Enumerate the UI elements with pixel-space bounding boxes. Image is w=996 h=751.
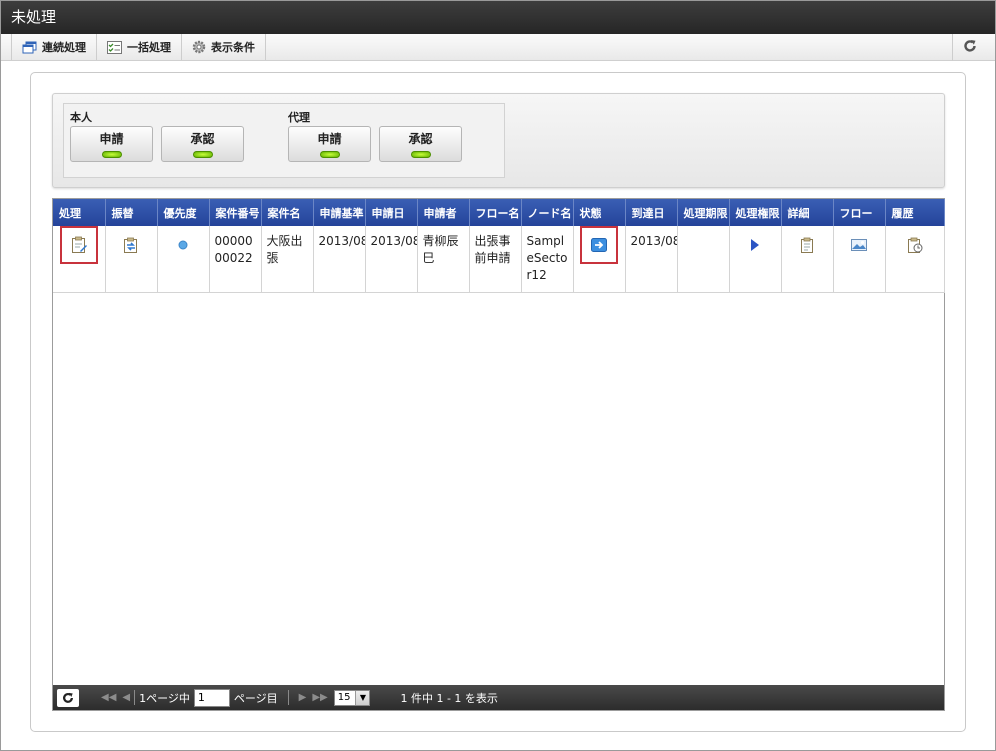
transfer-button[interactable] (114, 228, 148, 262)
case-name-cell: 大阪出張 (261, 226, 314, 293)
history-button[interactable] (898, 228, 932, 262)
applicant-cell: 青柳辰巳 (417, 226, 470, 293)
status-arrow-icon (591, 238, 607, 252)
column-header[interactable]: 案件番号 (209, 199, 262, 226)
task-table: 処理 振替 優先度 案件番号 案件名 申請基準日 申請日 申請者 フロー名 ノー… (53, 199, 945, 293)
priority-dot-icon (178, 240, 188, 250)
node-name-cell: SampleSector12 (521, 226, 574, 293)
process-cell (53, 226, 106, 293)
proxy-apply-label: 申請 (317, 132, 342, 146)
self-approve-label: 承認 (190, 132, 215, 146)
next-page-icon[interactable]: ▶ (299, 692, 307, 703)
page-suffix-label: ページ目 (233, 691, 278, 705)
play-icon (751, 239, 759, 251)
first-page-icon[interactable]: ◀◀ (101, 692, 116, 703)
proxy-approve-label: 承認 (408, 132, 433, 146)
prev-page-icon[interactable]: ◀ (122, 692, 130, 703)
flow-button[interactable] (842, 228, 876, 262)
bulk-process-label: 一括処理 (127, 41, 171, 54)
pager-summary: 1 件中 1 - 1 を表示 (400, 691, 498, 705)
authority-button[interactable] (738, 228, 772, 262)
continuous-process-button[interactable]: 連続処理 (11, 34, 97, 60)
column-header[interactable]: 案件名 (261, 199, 314, 226)
per-page-value: 15 (337, 692, 351, 703)
toolbar-refresh-button[interactable] (952, 34, 986, 61)
process-button[interactable] (59, 226, 98, 264)
self-group-label: 本人 (70, 111, 92, 124)
flow-name-cell: 出張事前申請 (469, 226, 522, 293)
transfer-icon (124, 237, 137, 253)
grid-header-row: 処理 振替 優先度 案件番号 案件名 申請基準日 申請日 申請者 フロー名 ノー… (53, 199, 945, 226)
filter-box: 本人 申請 承認 代理 申請 承認 (52, 93, 945, 188)
proxy-apply-filter-button[interactable]: 申請 (288, 126, 371, 162)
per-page-select[interactable]: 15 ▼ (333, 689, 371, 706)
flow-image-icon (851, 239, 867, 251)
column-header[interactable]: ノード名 (521, 199, 574, 226)
detail-button[interactable] (790, 228, 824, 262)
continuous-process-label: 連続処理 (42, 41, 86, 54)
case-number-cell: 0000000022 (209, 226, 262, 293)
last-page-icon[interactable]: ▶▶ (312, 692, 327, 703)
column-header[interactable]: 状態 (573, 199, 626, 226)
transfer-cell (105, 226, 158, 293)
self-approve-filter-button[interactable]: 承認 (161, 126, 244, 162)
flow-cell (833, 226, 886, 293)
column-header[interactable]: 処理権限 (729, 199, 782, 226)
indicator-light-icon (319, 151, 340, 158)
history-cell (885, 226, 945, 293)
refresh-icon (963, 39, 977, 56)
column-header[interactable]: 申請者 (417, 199, 470, 226)
detail-cell (781, 226, 834, 293)
indicator-light-icon (410, 151, 431, 158)
task-grid: 処理 振替 優先度 案件番号 案件名 申請基準日 申請日 申請者 フロー名 ノー… (52, 198, 945, 711)
self-apply-label: 申請 (99, 132, 124, 146)
column-header[interactable]: 申請日 (365, 199, 418, 226)
column-header[interactable]: 履歴 (885, 199, 945, 226)
status-button[interactable] (580, 226, 618, 264)
column-header[interactable]: 振替 (105, 199, 158, 226)
status-cell (573, 226, 626, 293)
grid-refresh-button[interactable] (57, 688, 79, 707)
authority-cell (729, 226, 782, 293)
column-header[interactable]: 処理 (53, 199, 106, 226)
gear-icon (192, 40, 206, 54)
history-clock-icon (907, 237, 922, 253)
clipboard-edit-icon (71, 236, 87, 253)
window-title: 未処理 (0, 0, 996, 34)
column-header[interactable]: 処理期限 (677, 199, 730, 226)
window-stack-icon (22, 41, 37, 54)
column-header[interactable]: 到達日 (625, 199, 678, 226)
page-prefix-label: 1ページ中 (139, 691, 190, 705)
apply-date-cell: 2013/08 (365, 226, 418, 293)
filter-group-container: 本人 申請 承認 代理 申請 承認 (63, 103, 505, 178)
proxy-approve-filter-button[interactable]: 承認 (379, 126, 462, 162)
checklist-icon (107, 40, 122, 54)
indicator-light-icon (101, 151, 122, 158)
page-number-input[interactable] (193, 688, 230, 707)
display-condition-button[interactable]: 表示条件 (182, 34, 266, 60)
bulk-process-button[interactable]: 一括処理 (97, 34, 182, 60)
column-header[interactable]: 申請基準日 (313, 199, 366, 226)
pager-divider (287, 690, 289, 705)
grid-pager: ◀◀ ◀ 1ページ中 ページ目 ▶ ▶▶ 15 ▼ 1 件中 1 - 1 を表示 (53, 685, 944, 710)
column-header[interactable]: フロー名 (469, 199, 522, 226)
self-apply-filter-button[interactable]: 申請 (70, 126, 153, 162)
clipboard-icon (801, 237, 813, 253)
refresh-icon (63, 692, 73, 703)
column-header[interactable]: 詳細 (781, 199, 834, 226)
arrival-date-cell: 2013/08 (625, 226, 678, 293)
base-date-cell: 2013/08 (313, 226, 366, 293)
priority-indicator (166, 228, 200, 262)
column-header[interactable]: 優先度 (157, 199, 210, 226)
indicator-light-icon (192, 151, 213, 158)
display-condition-label: 表示条件 (211, 41, 255, 54)
column-header[interactable]: フロー (833, 199, 886, 226)
priority-cell (157, 226, 210, 293)
toolbar: 連続処理 一括処理 表示条件 (0, 34, 996, 61)
proxy-group-label: 代理 (288, 111, 310, 124)
table-row: 0000000022 大阪出張 2013/08 2013/08 青柳辰巳 出張事… (53, 226, 945, 293)
pager-divider (134, 690, 136, 705)
chevron-down-icon: ▼ (355, 690, 370, 705)
deadline-cell (677, 226, 730, 293)
